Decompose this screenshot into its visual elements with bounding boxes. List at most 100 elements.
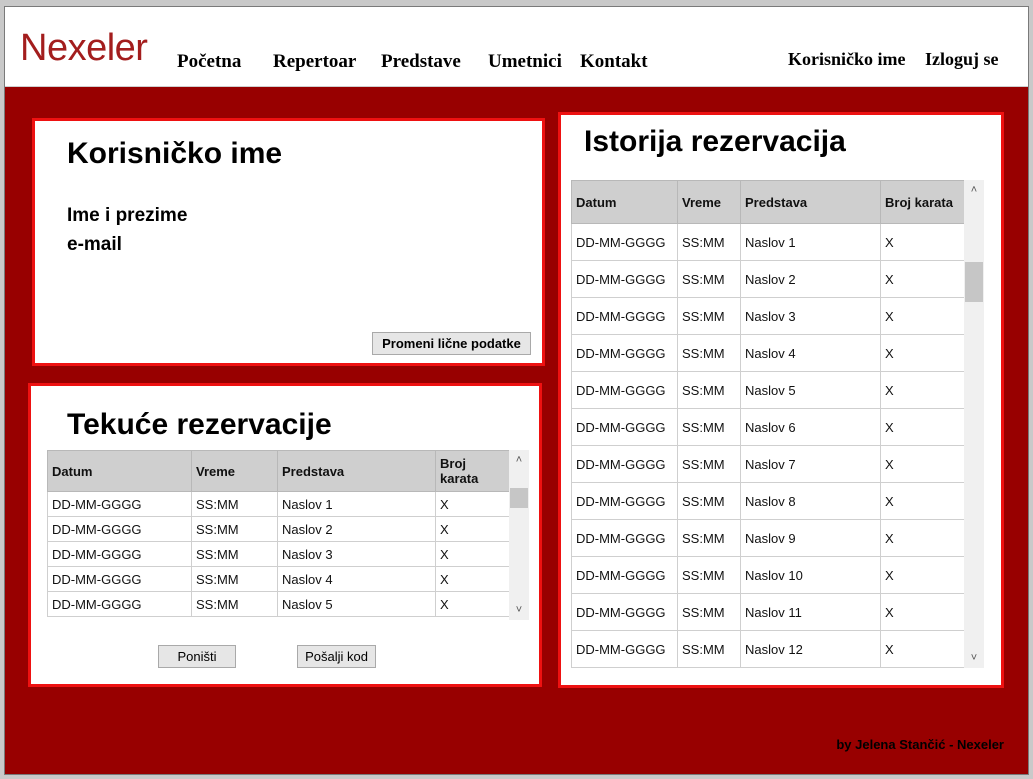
send-code-button[interactable]: Pošalji kod [297, 645, 376, 668]
cancel-button[interactable]: Poništi [158, 645, 236, 668]
footer-credit: by Jelena Stančić - Nexeler [836, 737, 1004, 752]
history-title: Istorija rezervacija [584, 125, 846, 158]
scroll-thumb[interactable] [510, 488, 528, 508]
table-row[interactable]: DD-MM-GGGG SS:MM Naslov 4X [571, 334, 964, 372]
logo[interactable]: Nexeler [20, 27, 148, 70]
table-cell: X [435, 541, 509, 567]
table-cell: DD-MM-GGGG [571, 297, 678, 335]
current-title: Tekuće rezervacije [67, 408, 332, 441]
table-row[interactable]: DD-MM-GGGG SS:MM Naslov 3X [47, 541, 509, 567]
column-header: Vreme [677, 180, 741, 224]
scroll-thumb[interactable] [965, 262, 983, 302]
nav-user[interactable]: Korisničko ime [788, 49, 906, 70]
table-cell: SS:MM [677, 408, 741, 446]
column-header: Broj karata [880, 180, 964, 224]
table-cell: SS:MM [677, 482, 741, 520]
table-row[interactable]: DD-MM-GGGG SS:MM Naslov 5X [47, 591, 509, 617]
column-header: Broj karata [435, 450, 509, 492]
table-cell: Naslov 5 [740, 371, 881, 409]
table-row[interactable]: DD-MM-GGGG SS:MM Naslov 2X [47, 516, 509, 542]
table-cell: X [880, 519, 964, 557]
table-row[interactable]: DD-MM-GGGG SS:MM Naslov 1X [47, 491, 509, 517]
table-cell: X [880, 593, 964, 631]
table-cell: SS:MM [677, 371, 741, 409]
table-row[interactable]: DD-MM-GGGG SS:MM Naslov 12 X [571, 630, 964, 668]
chevron-up-icon[interactable]: ˄ [509, 452, 529, 468]
nav-predstave[interactable]: Predstave [381, 51, 461, 73]
table-cell: DD-MM-GGGG [571, 519, 678, 557]
table-cell: Naslov 1 [277, 491, 436, 517]
table-cell: DD-MM-GGGG [47, 566, 192, 592]
table-cell: DD-MM-GGGG [47, 541, 192, 567]
table-cell: DD-MM-GGGG [571, 445, 678, 483]
table-cell: DD-MM-GGGG [47, 591, 192, 617]
table-row[interactable]: DD-MM-GGGG SS:MM Naslov 11 X [571, 593, 964, 631]
table-cell: Naslov 4 [277, 566, 436, 592]
table-row[interactable]: DD-MM-GGGG SS:MM Naslov 1X [571, 223, 964, 261]
table-cell: X [880, 334, 964, 372]
table-cell: Naslov 3 [740, 297, 881, 335]
table-cell: DD-MM-GGGG [571, 482, 678, 520]
table-cell: SS:MM [677, 223, 741, 261]
table-cell: SS:MM [677, 297, 741, 335]
table-row[interactable]: DD-MM-GGGG SS:MM Naslov 3X [571, 297, 964, 335]
table-row[interactable]: DD-MM-GGGG SS:MM Naslov 10 X [571, 556, 964, 594]
table-row[interactable]: DD-MM-GGGG SS:MM Naslov 5X [571, 371, 964, 409]
current-reservations-panel: Tekuće rezervacije Datum Vreme Predstava… [28, 383, 542, 687]
table-row[interactable]: DD-MM-GGGG SS:MM Naslov 9X [571, 519, 964, 557]
top-bar: Nexeler Početna Repertoar Predstave Umet… [5, 7, 1028, 87]
nav-kontakt[interactable]: Kontakt [580, 51, 648, 73]
edit-profile-button[interactable]: Promeni lične podatke [372, 332, 531, 355]
table-cell: Naslov 11 [740, 593, 881, 631]
profile-panel: Korisničko ime Ime i prezime e-mail Prom… [32, 118, 545, 366]
history-table: Datum Vreme Predstava Broj karata DD-MM-… [571, 180, 964, 668]
table-cell: SS:MM [677, 556, 741, 594]
table-cell: Naslov 6 [740, 408, 881, 446]
table-cell: DD-MM-GGGG [47, 491, 192, 517]
chevron-down-icon[interactable]: ˅ [509, 602, 529, 618]
table-cell: Naslov 9 [740, 519, 881, 557]
table-cell: SS:MM [677, 445, 741, 483]
nav-repertoar[interactable]: Repertoar [273, 51, 356, 73]
current-scrollbar[interactable]: ˄ ˅ [509, 450, 529, 620]
table-cell: SS:MM [677, 630, 741, 668]
table-cell: Naslov 4 [740, 334, 881, 372]
column-header: Predstava [740, 180, 881, 224]
table-cell: DD-MM-GGGG [571, 223, 678, 261]
history-table-wrap: Datum Vreme Predstava Broj karata DD-MM-… [571, 180, 964, 668]
table-cell: SS:MM [191, 541, 278, 567]
nav-pocetna[interactable]: Početna [177, 51, 241, 73]
history-scrollbar[interactable]: ˄ ˅ [964, 180, 984, 668]
column-header: Predstava [277, 450, 436, 492]
table-cell: X [880, 482, 964, 520]
table-cell: Naslov 2 [277, 516, 436, 542]
table-cell: X [880, 223, 964, 261]
table-row[interactable]: DD-MM-GGGG SS:MM Naslov 8X [571, 482, 964, 520]
email-label: e-mail [67, 234, 122, 255]
table-cell: X [435, 516, 509, 542]
table-cell: SS:MM [191, 591, 278, 617]
table-cell: Naslov 3 [277, 541, 436, 567]
table-cell: DD-MM-GGGG [47, 516, 192, 542]
table-cell: X [435, 566, 509, 592]
table-cell: X [880, 260, 964, 298]
chevron-up-icon[interactable]: ˄ [964, 182, 984, 198]
table-cell: SS:MM [677, 260, 741, 298]
nav-umetnici[interactable]: Umetnici [488, 51, 562, 73]
table-cell: Naslov 7 [740, 445, 881, 483]
table-cell: X [880, 371, 964, 409]
table-row[interactable]: DD-MM-GGGG SS:MM Naslov 6X [571, 408, 964, 446]
table-cell: SS:MM [191, 491, 278, 517]
table-cell: Naslov 10 [740, 556, 881, 594]
table-cell: Naslov 5 [277, 591, 436, 617]
nav-logout[interactable]: Izloguj se [925, 49, 999, 70]
table-cell: X [435, 591, 509, 617]
table-row[interactable]: DD-MM-GGGG SS:MM Naslov 7X [571, 445, 964, 483]
table-row[interactable]: DD-MM-GGGG SS:MM Naslov 2X [571, 260, 964, 298]
table-row[interactable]: DD-MM-GGGG SS:MM Naslov 4X [47, 566, 509, 592]
app-frame: Nexeler Početna Repertoar Predstave Umet… [4, 6, 1029, 775]
current-table-wrap: Datum Vreme Predstava Broj karata DD-MM-… [47, 450, 509, 620]
chevron-down-icon[interactable]: ˅ [964, 650, 984, 666]
column-header: Datum [571, 180, 678, 224]
table-cell: X [880, 297, 964, 335]
